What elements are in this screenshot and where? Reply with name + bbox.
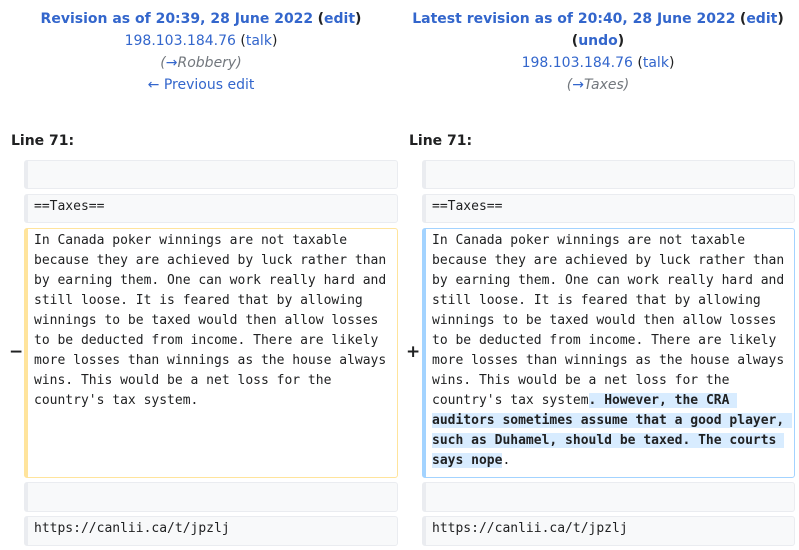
left-context-heading: ==Taxes== bbox=[24, 194, 398, 223]
left-section-arrow-link[interactable]: → bbox=[166, 55, 178, 71]
right-context-heading: ==Taxes== bbox=[422, 194, 795, 223]
right-line-number: Line 71: bbox=[409, 133, 473, 149]
right-user-link[interactable]: 198.103.184.76 bbox=[522, 55, 633, 71]
left-edit-link[interactable]: edit bbox=[324, 11, 355, 27]
added-line-unchanged-text: In Canada poker winnings are not taxable… bbox=[432, 233, 793, 408]
right-edit-summary: (→Taxes) bbox=[566, 77, 630, 93]
right-talk-link[interactable]: talk bbox=[643, 55, 669, 71]
addition-marker: + bbox=[406, 342, 421, 362]
left-line-number: Line 71: bbox=[11, 133, 75, 149]
left-context-url: https://canlii.ca/t/jpzlj bbox=[24, 516, 398, 546]
right-context-empty-2 bbox=[422, 482, 795, 512]
deletion-marker: − bbox=[9, 342, 24, 362]
added-line: In Canada poker winnings are not taxable… bbox=[422, 228, 795, 478]
right-context-empty-1 bbox=[422, 160, 795, 189]
right-edit-link[interactable]: edit bbox=[746, 11, 777, 27]
deleted-line: In Canada poker winnings are not taxable… bbox=[24, 228, 398, 478]
right-revision-title-link[interactable]: Latest revision as of 20:40, 28 June 202… bbox=[412, 11, 735, 27]
left-user-link[interactable]: 198.103.184.76 bbox=[125, 33, 236, 49]
left-context-empty-2 bbox=[24, 482, 398, 512]
left-revision-header: Revision as of 20:39, 28 June 2022 (edit… bbox=[6, 8, 396, 96]
left-talk-link[interactable]: talk bbox=[246, 33, 272, 49]
right-section-arrow-link[interactable]: → bbox=[572, 77, 584, 93]
previous-edit-link[interactable]: ← Previous edit bbox=[148, 77, 255, 93]
right-revision-header: Latest revision as of 20:40, 28 June 202… bbox=[403, 8, 793, 96]
left-revision-title-link[interactable]: Revision as of 20:39, 28 June 2022 bbox=[41, 11, 314, 27]
right-context-url: https://canlii.ca/t/jpzlj bbox=[422, 516, 795, 546]
added-line-tail: . bbox=[502, 453, 511, 468]
left-edit-summary: (→Robbery) bbox=[160, 55, 242, 71]
undo-link[interactable]: undo bbox=[578, 33, 618, 49]
right-summary-text: Taxes bbox=[583, 77, 624, 93]
left-summary-text: Robbery bbox=[177, 55, 237, 71]
left-context-empty-1 bbox=[24, 160, 398, 189]
